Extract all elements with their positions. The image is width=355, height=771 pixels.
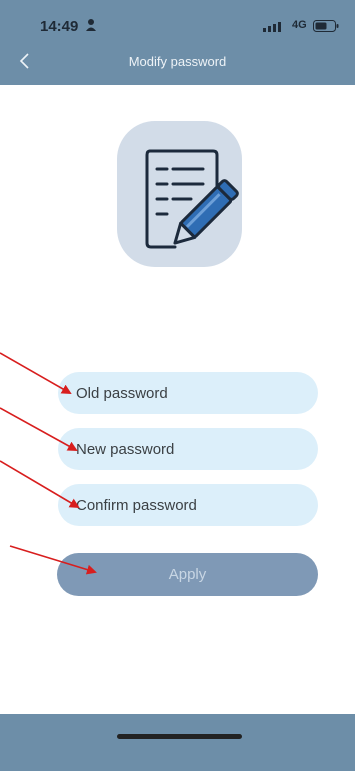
old-password-input[interactable] [74, 383, 318, 403]
document-edit-icon [145, 149, 239, 249]
confirm-password-field[interactable] [58, 484, 318, 526]
signal-icon [263, 22, 281, 32]
old-password-field[interactable] [58, 372, 318, 414]
logo-tile [117, 121, 242, 267]
apply-button[interactable]: Apply [57, 553, 318, 596]
new-password-input[interactable] [74, 439, 318, 459]
app-header: 14:49 4G Modify password [0, 0, 355, 85]
bottom-bar [0, 714, 355, 771]
confirm-password-input[interactable] [74, 495, 318, 515]
page-title: Modify password [128, 54, 227, 69]
person-icon [86, 19, 96, 31]
network-label: 4G [292, 19, 307, 31]
home-indicator[interactable] [117, 734, 242, 739]
new-password-field[interactable] [58, 428, 318, 470]
battery-icon [313, 20, 339, 32]
status-time: 14:49 [40, 18, 79, 35]
